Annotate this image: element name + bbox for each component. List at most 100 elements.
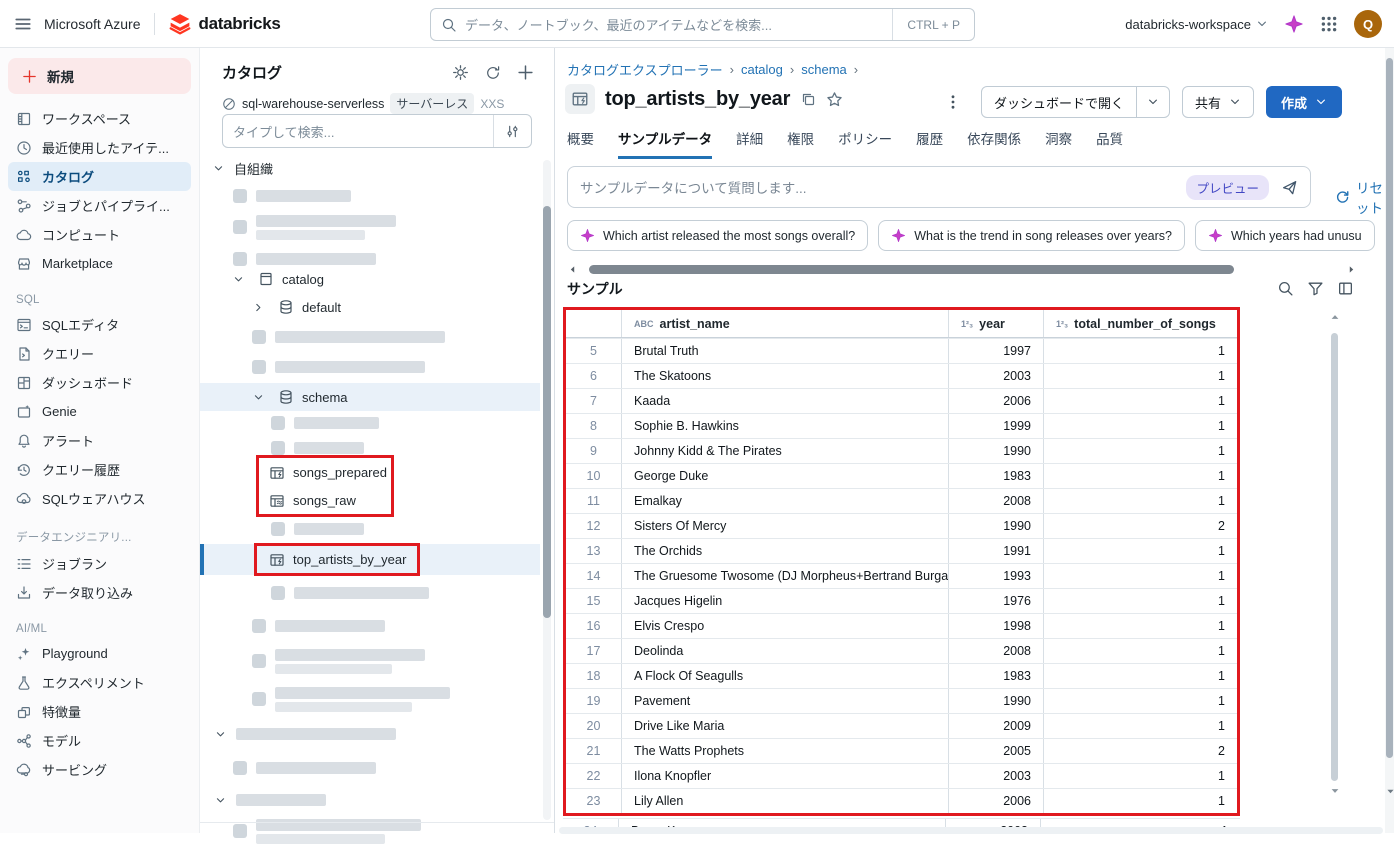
table-row[interactable]: 16Elvis Crespo19981 — [566, 613, 1237, 638]
chevron-right-icon[interactable] — [250, 302, 266, 313]
tree-item-songs_raw[interactable]: songs_raw — [200, 487, 548, 514]
tree-item-blurred[interactable] — [200, 516, 548, 541]
tree-item-blurred[interactable] — [200, 720, 548, 748]
table-row[interactable]: 14The Gruesome Twosome (DJ Morpheus+Bert… — [566, 563, 1237, 588]
table-row[interactable]: 19Pavement19901 — [566, 688, 1237, 713]
sidebar-item-dashboards[interactable]: ダッシュボード — [8, 368, 191, 397]
breadcrumb-catalog[interactable]: catalog — [741, 62, 783, 77]
tree-scrollbar[interactable] — [543, 160, 551, 820]
workspace-switcher[interactable]: databricks-workspace — [1125, 17, 1268, 32]
tree-item-blurred[interactable] — [200, 611, 548, 641]
sidebar-item-jobs-pipelines[interactable]: ジョブとパイプライ... — [8, 191, 191, 220]
table-scrollbar-thumb[interactable] — [1331, 333, 1338, 781]
tree-item-schema[interactable]: schema — [200, 383, 540, 411]
table-row[interactable]: 7Kaada20061 — [566, 388, 1237, 413]
global-search-input[interactable]: データ、ノートブック、最近のアイテムなどを検索... CTRL + P — [430, 8, 975, 41]
table-scroll-down-icon[interactable] — [1329, 785, 1341, 797]
tree-item-blurred[interactable] — [200, 579, 548, 607]
tab-依存関係[interactable]: 依存関係 — [967, 128, 1021, 159]
chevron-down-icon[interactable] — [230, 274, 246, 285]
tree-item-org[interactable]: 自組織 — [200, 154, 548, 182]
table-search-icon[interactable] — [1277, 280, 1294, 297]
suggestion-chip[interactable]: Which years had unusu — [1195, 220, 1375, 251]
sidebar-item-experiments[interactable]: エクスペリメント — [8, 668, 191, 697]
table-row[interactable]: 11Emalkay20081 — [566, 488, 1237, 513]
scroll-right-icon[interactable] — [1346, 264, 1357, 275]
table-row[interactable]: 20Drive Like Maria20091 — [566, 713, 1237, 738]
table-scroll-up-icon[interactable] — [1329, 311, 1341, 323]
sidebar-item-job-runs[interactable]: ジョブラン — [8, 549, 191, 578]
tab-品質[interactable]: 品質 — [1096, 128, 1123, 159]
tab-権限[interactable]: 権限 — [787, 128, 814, 159]
sidebar-item-sql-editor[interactable]: SQLエディタ — [8, 310, 191, 339]
breadcrumb-schema[interactable]: schema — [801, 62, 847, 77]
tab-ポリシー[interactable]: ポリシー — [838, 128, 892, 159]
tree-item-blurred[interactable] — [200, 644, 548, 678]
table-row[interactable]: 21The Watts Prophets20052 — [566, 738, 1237, 763]
sidebar-item-genie[interactable]: Genie — [8, 397, 191, 426]
table-row[interactable]: 23Lily Allen20061 — [566, 788, 1237, 813]
tab-サンプルデータ[interactable]: サンプルデータ — [618, 128, 712, 159]
tree-item-blurred[interactable] — [200, 752, 548, 784]
tree-item-blurred[interactable] — [200, 210, 548, 244]
tree-item-top_artists_by_year[interactable]: top_artists_by_year — [200, 544, 540, 575]
star-icon[interactable] — [826, 91, 843, 108]
chevron-down-icon[interactable] — [212, 795, 228, 806]
new-button[interactable]: 新規 — [8, 58, 191, 94]
chevron-down-icon[interactable] — [212, 729, 228, 740]
table-row[interactable]: 15Jacques Higelin19761 — [566, 588, 1237, 613]
sidebar-item-serving[interactable]: サービング — [8, 755, 191, 784]
sidebar-item-catalog[interactable]: カタログ — [8, 162, 191, 191]
table-row[interactable]: 5Brutal Truth19971 — [566, 338, 1237, 363]
tab-洞察[interactable]: 洞察 — [1045, 128, 1072, 159]
sidebar-item-compute[interactable]: コンピュート — [8, 220, 191, 249]
sidebar-item-alerts[interactable]: アラート — [8, 426, 191, 455]
tree-item-blurred[interactable] — [200, 437, 548, 459]
tree-item-blurred[interactable] — [200, 353, 548, 381]
table-row[interactable]: 10George Duke19831 — [566, 463, 1237, 488]
tree-item-catalog[interactable]: catalog — [200, 265, 548, 293]
page-scrollbar-thumb[interactable] — [1386, 58, 1393, 758]
suggestion-chip[interactable]: What is the trend in song releases over … — [878, 220, 1185, 251]
sidebar-item-marketplace[interactable]: Marketplace — [8, 249, 191, 278]
sidebar-item-queries[interactable]: クエリー — [8, 339, 191, 368]
apps-grid-icon[interactable] — [1320, 15, 1338, 33]
tree-item-blurred[interactable] — [200, 323, 548, 351]
table-filter-icon[interactable] — [1307, 280, 1324, 297]
send-icon[interactable] — [1281, 179, 1298, 196]
share-button[interactable]: 共有 — [1182, 86, 1254, 118]
ask-sample-data-input[interactable]: サンプルデータについて質問します... プレビュー — [567, 166, 1311, 208]
chevron-down-icon[interactable] — [250, 392, 266, 403]
table-row[interactable]: 8Sophie B. Hawkins19991 — [566, 413, 1237, 438]
sidebar-item-models[interactable]: モデル — [8, 726, 191, 755]
sidebar-item-workspace[interactable]: ワークスペース — [8, 104, 191, 133]
sidebar-item-recents[interactable]: 最近使用したアイテ... — [8, 133, 191, 162]
tab-概要[interactable]: 概要 — [567, 128, 594, 159]
tree-item-blurred[interactable] — [200, 816, 548, 846]
sidebar-item-data-ingestion[interactable]: データ取り込み — [8, 578, 191, 607]
table-columns-icon[interactable] — [1337, 280, 1354, 297]
tree-scrollbar-thumb[interactable] — [543, 206, 551, 618]
sidebar-item-query-history[interactable]: クエリー履歴 — [8, 455, 191, 484]
avatar[interactable]: Q — [1354, 10, 1382, 38]
sidebar-item-playground[interactable]: Playground — [8, 639, 191, 668]
tree-item-blurred[interactable] — [200, 682, 548, 716]
table-row[interactable]: 17Deolinda20081 — [566, 638, 1237, 663]
page-scrollbar[interactable] — [1385, 48, 1394, 833]
table-scrollbar[interactable] — [1327, 311, 1341, 841]
horizontal-scrollbar-thumb[interactable] — [589, 265, 1234, 274]
suggestion-chip[interactable]: Which artist released the most songs ove… — [567, 220, 868, 251]
kebab-menu-icon[interactable] — [945, 94, 961, 110]
sidebar-item-features[interactable]: 特徴量 — [8, 697, 191, 726]
page-scroll-down-icon[interactable] — [1385, 786, 1394, 797]
horizontal-scrollbar[interactable] — [567, 264, 1357, 275]
hamburger-menu-icon[interactable] — [14, 15, 32, 33]
assistant-sparkle-icon[interactable] — [1284, 14, 1304, 34]
table-row[interactable]: 18A Flock Of Seagulls19831 — [566, 663, 1237, 688]
open-in-dashboard-label[interactable]: ダッシュボードで開く — [982, 87, 1136, 117]
open-in-dashboard-chevron[interactable] — [1136, 87, 1169, 117]
open-in-dashboard-button[interactable]: ダッシュボードで開く — [981, 86, 1170, 118]
databricks-logo[interactable]: databricks — [169, 13, 280, 35]
column-header-year[interactable]: 1²₃year — [948, 310, 1043, 337]
tree-item-songs_prepared[interactable]: songs_prepared — [200, 459, 548, 486]
